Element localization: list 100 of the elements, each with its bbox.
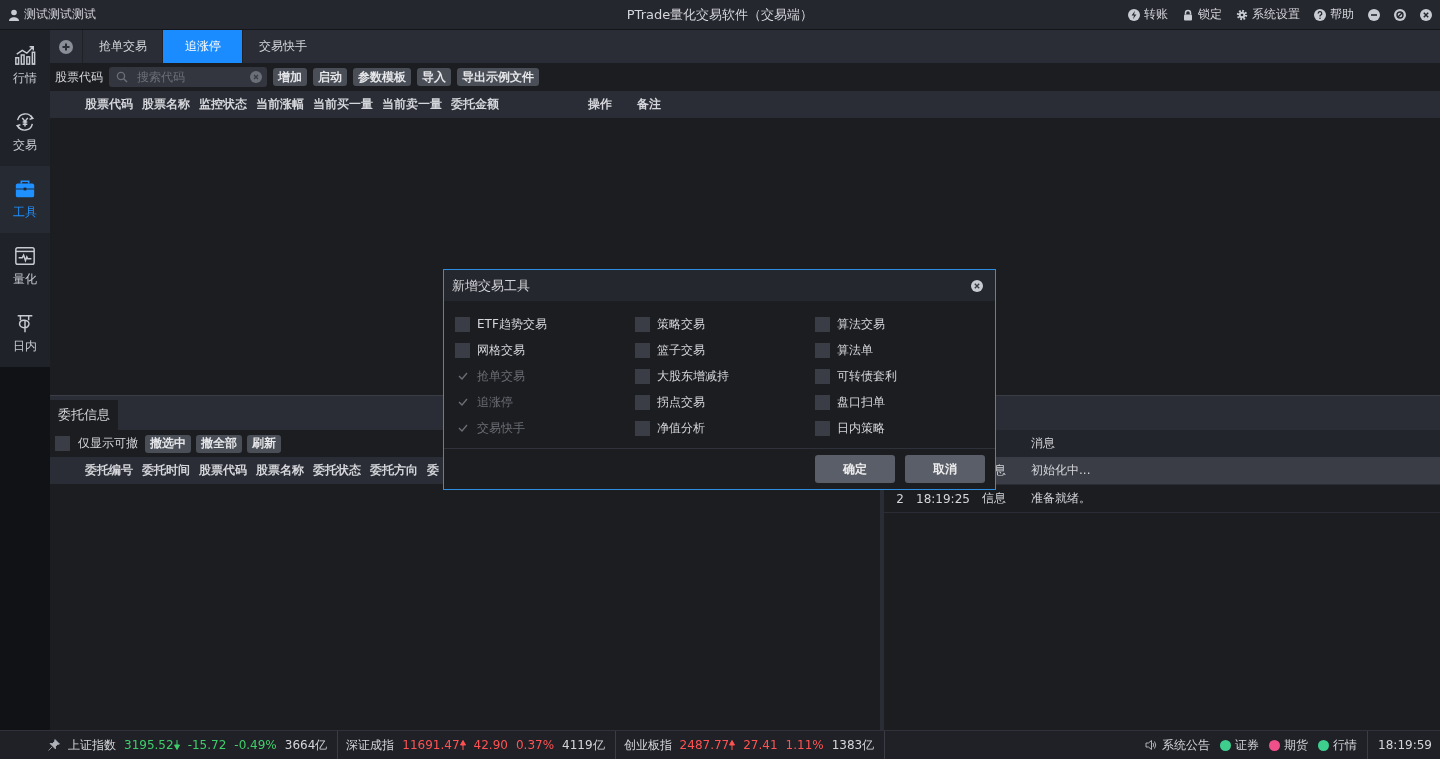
settings-icon xyxy=(1236,8,1248,21)
minimize-icon[interactable] xyxy=(1368,8,1380,21)
stock-code-label: 股票代码 xyxy=(55,68,103,86)
column-header: 当前涨幅 xyxy=(256,96,305,113)
toolbar-button[interactable]: 增加 xyxy=(273,68,307,86)
checkbox[interactable] xyxy=(815,316,830,332)
settings-button[interactable]: 系统设置 xyxy=(1236,6,1300,23)
order-button[interactable]: 撤选中 xyxy=(145,434,191,453)
column-header: 委托状态 xyxy=(313,462,362,479)
column-header: 委 xyxy=(427,462,440,479)
column-header: 股票代码 xyxy=(199,462,248,479)
toolbar-button[interactable]: 导出示例文件 xyxy=(457,68,539,86)
checkbox[interactable] xyxy=(815,342,830,358)
checkbox-label: 盘口扫单 xyxy=(837,393,885,411)
index-volume: 1383亿 xyxy=(831,736,875,754)
checkbox[interactable] xyxy=(455,316,470,332)
speaker-icon xyxy=(1145,739,1158,751)
checkbox[interactable] xyxy=(55,436,70,451)
checkbox[interactable] xyxy=(635,394,650,410)
index-change: 42.90 xyxy=(473,738,508,752)
close-icon[interactable] xyxy=(971,279,983,292)
lock-button[interactable]: 锁定 xyxy=(1182,6,1222,23)
search-field[interactable]: 搜索代码 xyxy=(109,67,267,87)
checkbox[interactable] xyxy=(635,368,650,384)
checkbox-label: 篮子交易 xyxy=(657,341,705,359)
help-button[interactable]: 帮助 xyxy=(1314,6,1354,23)
help-icon xyxy=(1314,8,1326,21)
add-icon[interactable] xyxy=(59,39,73,54)
checkbox-label: 追涨停 xyxy=(477,393,513,411)
index-volume: 3664亿 xyxy=(284,736,328,754)
index-percent: 1.11% xyxy=(785,738,824,752)
sidebar-item[interactable]: 量化 xyxy=(0,233,50,300)
index-name: 深证成指 xyxy=(346,736,395,754)
column-header: 监控状态 xyxy=(199,96,248,113)
order-button[interactable]: 刷新 xyxy=(247,434,281,453)
checkbox-label: 交易快手 xyxy=(477,419,525,437)
panel-tab[interactable]: 委托信息 xyxy=(50,400,118,430)
toolbar-button[interactable]: 导入 xyxy=(417,68,451,86)
column-header: 消息 xyxy=(1030,435,1056,452)
sidebar-item[interactable]: 交易 xyxy=(0,99,50,166)
checkbox[interactable] xyxy=(815,368,830,384)
order-button[interactable]: 撤全部 xyxy=(196,434,242,453)
checkbox-label: 网格交易 xyxy=(477,341,525,359)
type-cell: 信息 xyxy=(982,491,1006,505)
dialog-button[interactable]: 确定 xyxy=(815,455,895,483)
checkbox-label: 可转债套利 xyxy=(837,367,897,385)
dialog-title: 新增交易工具 xyxy=(452,276,530,295)
connection-label: 证券 xyxy=(1235,736,1260,754)
index-price: 3195.52 xyxy=(124,738,174,752)
clear-icon[interactable] xyxy=(250,71,262,83)
checkbox-label: ETF趋势交易 xyxy=(477,315,547,333)
connection-label: 期货 xyxy=(1284,736,1309,754)
lock-icon xyxy=(1182,8,1194,21)
row-number: 2 xyxy=(896,491,904,506)
dialog-button[interactable]: 取消 xyxy=(905,455,985,483)
index-change: 27.41 xyxy=(743,738,778,752)
sidebar-item[interactable]: 日内 xyxy=(0,300,50,367)
checkbox-label: 抢单交易 xyxy=(477,367,525,385)
checkbox[interactable] xyxy=(635,420,650,436)
column-header: 股票名称 xyxy=(256,462,305,479)
toolbox-icon xyxy=(14,178,36,200)
column-header: 备注 xyxy=(637,96,662,113)
index-price: 2487.77 xyxy=(679,738,730,752)
column-header: 当前卖一量 xyxy=(382,96,443,113)
sidebar-item[interactable]: 工具 xyxy=(0,166,50,233)
index-name: 创业板指 xyxy=(623,736,672,754)
checkbox[interactable] xyxy=(455,342,470,358)
close-icon[interactable] xyxy=(1420,8,1432,21)
time-cell: 18:19:25 xyxy=(916,491,970,506)
user-icon xyxy=(8,8,20,21)
checkbox[interactable] xyxy=(635,316,650,332)
column-header: 委托时间 xyxy=(142,462,191,479)
checkbox-label: 大股东增减持 xyxy=(657,367,729,385)
column-header: 委托金额 xyxy=(451,96,500,113)
checkbox-label: 算法单 xyxy=(837,341,873,359)
checkbox-label: 仅显示可撤 xyxy=(78,435,138,452)
notice-button[interactable]: 系统公告 xyxy=(1145,736,1211,754)
checkbox-label: 日内策略 xyxy=(837,419,885,437)
checkbox[interactable] xyxy=(635,342,650,358)
connection-label: 行情 xyxy=(1333,736,1358,754)
sidebar-item[interactable]: 行情 xyxy=(0,32,50,99)
message-cell: 准备就绪。 xyxy=(1031,491,1091,505)
checkbox[interactable] xyxy=(815,420,830,436)
column-header: 股票名称 xyxy=(142,96,191,113)
transfer-button[interactable]: 转账 xyxy=(1128,6,1168,23)
column-header: 当前买一量 xyxy=(313,96,374,113)
checkbox-label: 策略交易 xyxy=(657,315,705,333)
pin-icon[interactable] xyxy=(48,739,60,751)
column-header: 操作 xyxy=(588,96,613,113)
lightning-icon xyxy=(1128,8,1140,21)
checkbox[interactable] xyxy=(815,394,830,410)
index-percent: 0.37% xyxy=(515,738,555,752)
chart-icon xyxy=(14,44,36,66)
index-volume: 4119亿 xyxy=(562,736,605,754)
toolbar-button[interactable]: 参数模板 xyxy=(353,68,411,86)
search-icon xyxy=(116,71,128,83)
index-change: -15.72 xyxy=(187,738,227,752)
toolbar-button[interactable]: 启动 xyxy=(313,68,347,86)
user-name: 测试测试测试 xyxy=(24,6,96,23)
monitor-icon xyxy=(14,245,36,267)
